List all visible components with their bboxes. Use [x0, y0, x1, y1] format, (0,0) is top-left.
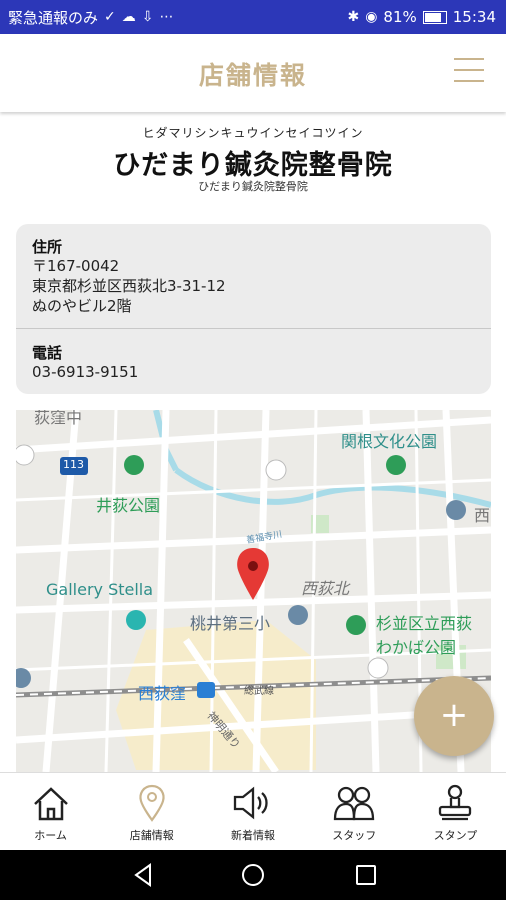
- wifi-icon: ◉: [365, 9, 378, 25]
- map-label-station: 西荻窪: [138, 684, 187, 703]
- info-card: 住所 〒167-0042 東京都杉並区西荻北3-31-12 ぬのやビル2階 電話…: [16, 224, 491, 394]
- phone-label: 電話: [32, 344, 63, 362]
- cloud-icon: ☁: [121, 9, 136, 25]
- menu-icon[interactable]: [454, 58, 484, 86]
- map-label-area: 西荻北: [301, 579, 350, 598]
- carrier-text: 緊急通報のみ: [8, 8, 99, 27]
- nav-item-stamp[interactable]: スタンプ: [405, 773, 506, 851]
- clinic-kana: ヒダマリシンキュウインセイコツイン: [142, 126, 364, 140]
- clinic-ruby: ひだまり鍼灸院整骨院: [198, 180, 308, 193]
- map-label-line: 総武線: [244, 686, 274, 697]
- nav-label-news: 新着情報: [231, 829, 275, 842]
- page-title: 店舗情報: [198, 61, 307, 90]
- nav-label-store: 店舗情報: [129, 829, 174, 842]
- bluetooth-icon: ✱: [347, 9, 360, 25]
- address-line1: 東京都杉並区西荻北3-31-12: [32, 277, 226, 295]
- battery-icon: [422, 10, 447, 24]
- location-pin-icon[interactable]: [236, 548, 270, 602]
- address-block: 住所 〒167-0042 東京都杉並区西荻北3-31-12 ぬのやビル2階: [32, 238, 226, 316]
- add-button[interactable]: +: [414, 676, 494, 756]
- battery-percent: 81%: [383, 8, 417, 26]
- map-label-school: 桃井第三小: [190, 614, 271, 633]
- recents-icon[interactable]: [356, 865, 376, 885]
- phone-number[interactable]: 03-6913-9151: [32, 362, 138, 382]
- stamp-icon: [439, 784, 472, 821]
- map-label-top-edge: 荻窪中: [34, 410, 83, 427]
- map-label-right-edge: 西: [474, 506, 491, 525]
- bottom-nav: ホーム 店舗情報 新着情報 スタッフ スタンプ: [0, 772, 506, 851]
- clinic-name: ひだまり鍼灸院整骨院: [113, 150, 393, 181]
- map-label-iogi-park: 井荻公園: [96, 496, 161, 515]
- address-label: 住所: [32, 238, 63, 256]
- map-label-wakaba-line2: わかば公園: [376, 638, 457, 657]
- download-icon: ⇩: [141, 9, 154, 25]
- home-icon: [33, 787, 68, 821]
- nav-item-store[interactable]: 店舗情報: [101, 773, 202, 851]
- nav-label-staff: スタッフ: [332, 829, 377, 842]
- map-label-wakaba-line1: 杉並区立西荻: [376, 614, 473, 633]
- system-nav-icons: [134, 863, 376, 887]
- staff-icon: [334, 786, 375, 821]
- map-label-sekine-park: 関根文化公園: [341, 432, 438, 451]
- divider: [16, 328, 491, 329]
- nav-label-stamp: スタンプ: [433, 829, 478, 842]
- clock: 15:34: [452, 8, 496, 26]
- system-nav-bar: [0, 850, 506, 900]
- postal-code: 〒167-0042: [32, 257, 120, 275]
- clinic-header: ヒダマリシンキュウインセイコツイン ひだまり鍼灸院整骨院 ひだまり鍼灸院整骨院: [0, 124, 506, 194]
- notification-icon: ✓: [104, 9, 116, 25]
- location-icon: [139, 784, 165, 822]
- nav-label-home: ホーム: [34, 829, 67, 842]
- app-bar: 店舗情報: [0, 34, 506, 112]
- nav-item-staff[interactable]: スタッフ: [304, 773, 405, 851]
- speaker-icon: [233, 786, 268, 820]
- map-label-wakaba-park: 杉並区立西荻 わかば公園: [376, 610, 472, 658]
- map-label-route: 113: [63, 458, 84, 471]
- home-system-icon[interactable]: [242, 864, 264, 886]
- phone-block: 電話 03-6913-9151: [32, 344, 138, 382]
- more-icon: ⋯: [159, 9, 174, 25]
- status-bar: 緊急通報のみ ✓ ☁ ⇩ ⋯ ✱ ◉ 81% 15:34: [0, 0, 506, 34]
- nav-item-home[interactable]: ホーム: [0, 773, 101, 851]
- nav-item-news[interactable]: 新着情報: [202, 773, 303, 851]
- map-label-gallery: Gallery Stella: [46, 580, 154, 599]
- back-icon[interactable]: [134, 863, 151, 887]
- address-line2: ぬのやビル2階: [32, 297, 132, 315]
